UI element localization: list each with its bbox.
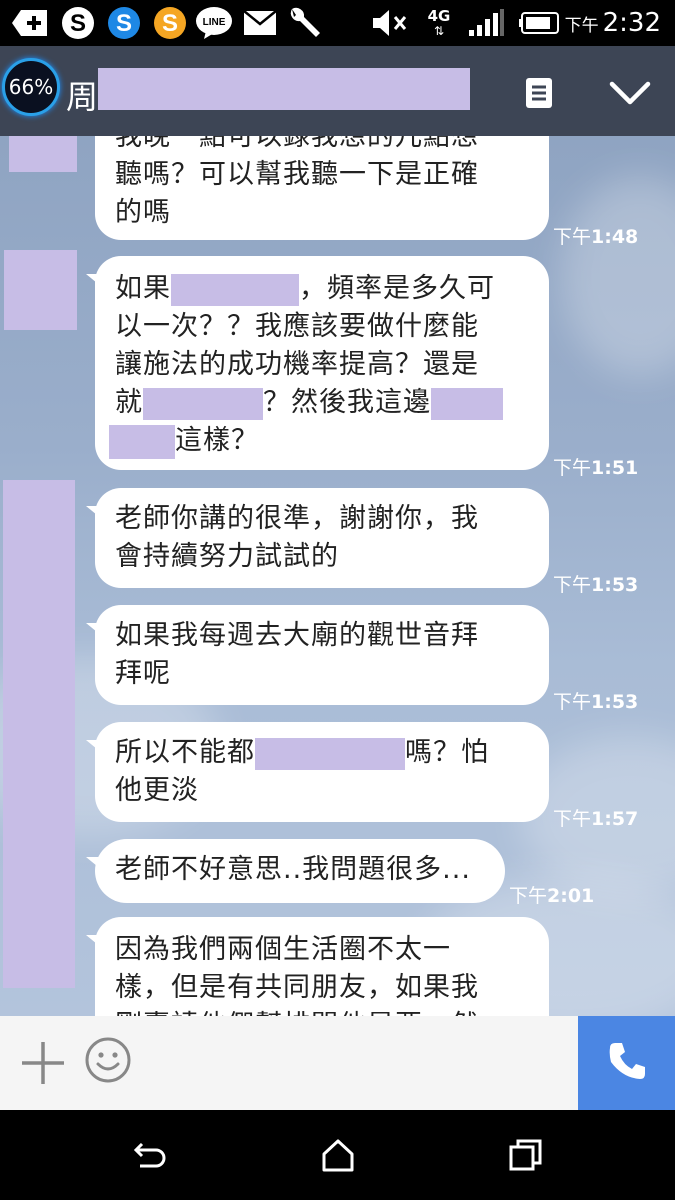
message-text: 剛賣請他們幫排開他是要，然	[115, 1007, 529, 1016]
call-button[interactable]	[578, 1016, 675, 1110]
redacted-text	[109, 424, 175, 459]
battery-percent-badge: 66%	[2, 58, 60, 116]
message-bubble[interactable]: 我晚一點可以錄我想的儿點想 聽嗎？可以幫我聽一下是正確 的嗎	[95, 136, 549, 240]
chat-area[interactable]: 我晚一點可以錄我想的儿點想 聽嗎？可以幫我聽一下是正確 的嗎 下午1:48 如果…	[0, 136, 675, 1016]
message-bubble[interactable]: 如果我每週去大廟的觀世音拜 拜呢	[86, 605, 549, 705]
message-text: 就？然後我這邊	[115, 384, 529, 422]
message-timestamp: 下午1:53	[553, 574, 639, 596]
message-bubble[interactable]: 老師你講的很準，謝謝你，我 會持續努力試試的	[86, 488, 549, 588]
message-text: 聽嗎？可以幫我聽一下是正確	[115, 159, 479, 190]
skype-icon: S	[58, 6, 98, 40]
message-bubble[interactable]: 因為我們兩個生活圈不太一 樣，但是有共同朋友，如果我 剛賣請他們幫排開他是要，然	[86, 917, 549, 1016]
back-icon[interactable]	[130, 1136, 170, 1176]
message-timestamp: 下午1:53	[553, 691, 639, 713]
message-text: 的嗎	[115, 197, 171, 228]
avatar[interactable]	[4, 250, 77, 330]
line-icon: LINE	[194, 6, 234, 40]
message-timestamp: 下午1:51	[553, 457, 639, 479]
message-text: 會持續努力試試的	[115, 541, 339, 572]
message-text: 讓施法的成功機率提高？還是	[115, 349, 479, 380]
message-bubble[interactable]: 所以不能都 嗎？怕 他更淡	[86, 722, 549, 822]
redacted-text	[255, 737, 405, 770]
redacted-text	[171, 273, 299, 306]
message-text: 以一次？？我應該要做什麼能	[115, 311, 479, 342]
svg-text:S: S	[116, 10, 132, 37]
message-bubble[interactable]: 如果 ，頻率是多久可 以一次？？我應該要做什麼能 讓施法的成功機率提高？還是 就？…	[86, 256, 549, 470]
wrench-icon	[284, 6, 324, 40]
status-bar: S S S LINE 4G ⇅ 下午 2:32	[0, 0, 675, 46]
network-4g-icon: 4G ⇅	[427, 6, 451, 38]
system-nav-bar	[0, 1110, 675, 1200]
notes-icon[interactable]	[524, 76, 554, 110]
recents-icon[interactable]	[506, 1136, 546, 1176]
message-input-bar	[0, 1016, 675, 1110]
message-text: 如果我每週去大廟的觀世音拜	[115, 620, 479, 651]
message-text: 因為我們兩個生活圈不太一	[115, 934, 451, 965]
chevron-down-icon[interactable]	[608, 78, 652, 108]
emoji-icon[interactable]	[84, 1036, 132, 1084]
message-text: 樣，但是有共同朋友，如果我	[115, 972, 479, 1003]
message-bubble[interactable]: 老師不好意思..我問題很多...	[86, 839, 505, 903]
plus-icon[interactable]	[20, 1040, 66, 1086]
chat-title: 周	[66, 78, 99, 116]
phone-icon	[606, 1040, 648, 1086]
message-timestamp: 下午2:01	[509, 885, 595, 907]
message-timestamp: 下午1:48	[553, 226, 639, 248]
message-text: 如果 ，頻率是多久可	[115, 273, 495, 306]
svg-text:S: S	[70, 10, 86, 37]
plus-icon	[10, 6, 50, 40]
message-text: 拜呢	[115, 658, 171, 689]
chat-header: 66% 周	[0, 46, 675, 136]
message-timestamp: 下午1:57	[553, 808, 639, 830]
mute-icon	[370, 6, 410, 40]
message-text: 我晚一點可以錄我想的儿點想	[115, 136, 479, 152]
redacted-text	[143, 387, 263, 420]
battery-icon	[518, 6, 562, 40]
mail-icon	[242, 6, 278, 40]
svg-text:LINE: LINE	[203, 17, 226, 28]
s-app-orange-icon: S	[150, 6, 190, 40]
message-text: 這樣？	[109, 422, 529, 460]
message-text: 老師不好意思..我問題很多...	[115, 854, 471, 885]
redacted-name	[98, 68, 470, 110]
avatar[interactable]	[3, 480, 75, 988]
signal-icon	[466, 6, 506, 40]
svg-text:S: S	[162, 10, 178, 37]
message-text: 所以不能都 嗎？怕	[115, 737, 489, 770]
status-clock: 下午 2:32	[564, 8, 661, 38]
avatar[interactable]	[9, 136, 77, 172]
message-text: 他更淡	[115, 775, 199, 806]
s-app-icon: S	[104, 6, 144, 40]
home-icon[interactable]	[318, 1136, 358, 1176]
redacted-text	[431, 387, 503, 420]
message-text: 老師你講的很準，謝謝你，我	[115, 503, 479, 534]
